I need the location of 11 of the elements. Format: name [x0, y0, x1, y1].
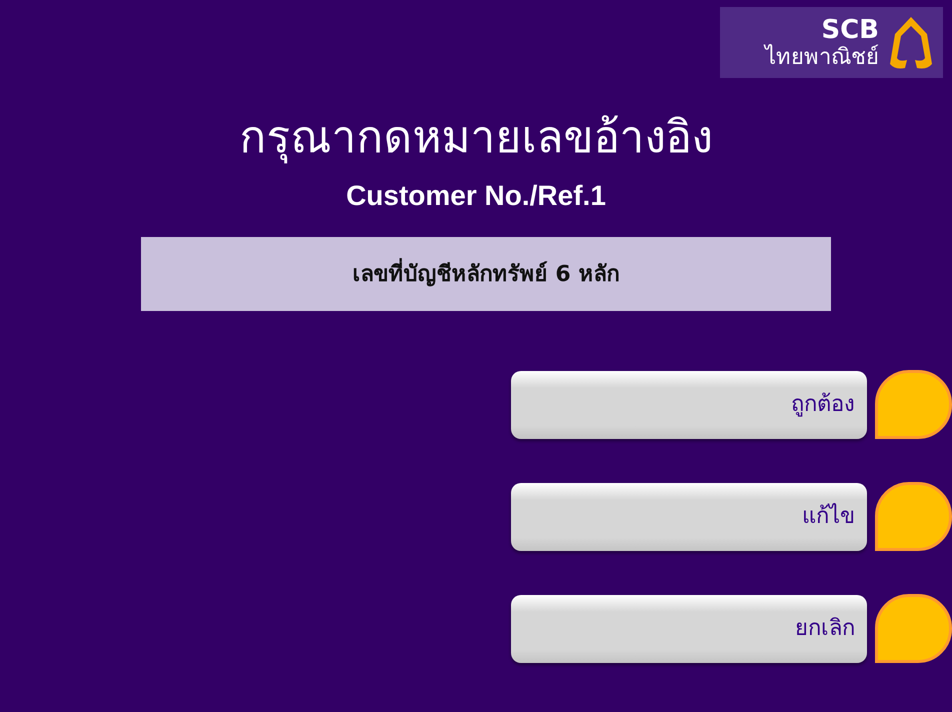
side-key[interactable]: [875, 482, 952, 551]
option-button[interactable]: แก้ไข: [511, 482, 867, 550]
subtitle: Customer No./Ref.1: [345, 179, 607, 213]
side-key[interactable]: [875, 370, 952, 439]
input-field[interactable]: เลขที่บัญชีหลักทรัพย์ 6 หลัก: [141, 237, 831, 311]
option-button[interactable]: ยกเลิก: [511, 594, 867, 662]
logo-name: ไทยพาณิชย์: [765, 46, 879, 68]
option-button[interactable]: ถูกต้อง: [511, 370, 867, 438]
side-key[interactable]: [875, 594, 952, 663]
logo-brand: SCB: [821, 16, 879, 42]
title: กรุณากดหมายเลขอ้างอิง: [238, 111, 714, 165]
